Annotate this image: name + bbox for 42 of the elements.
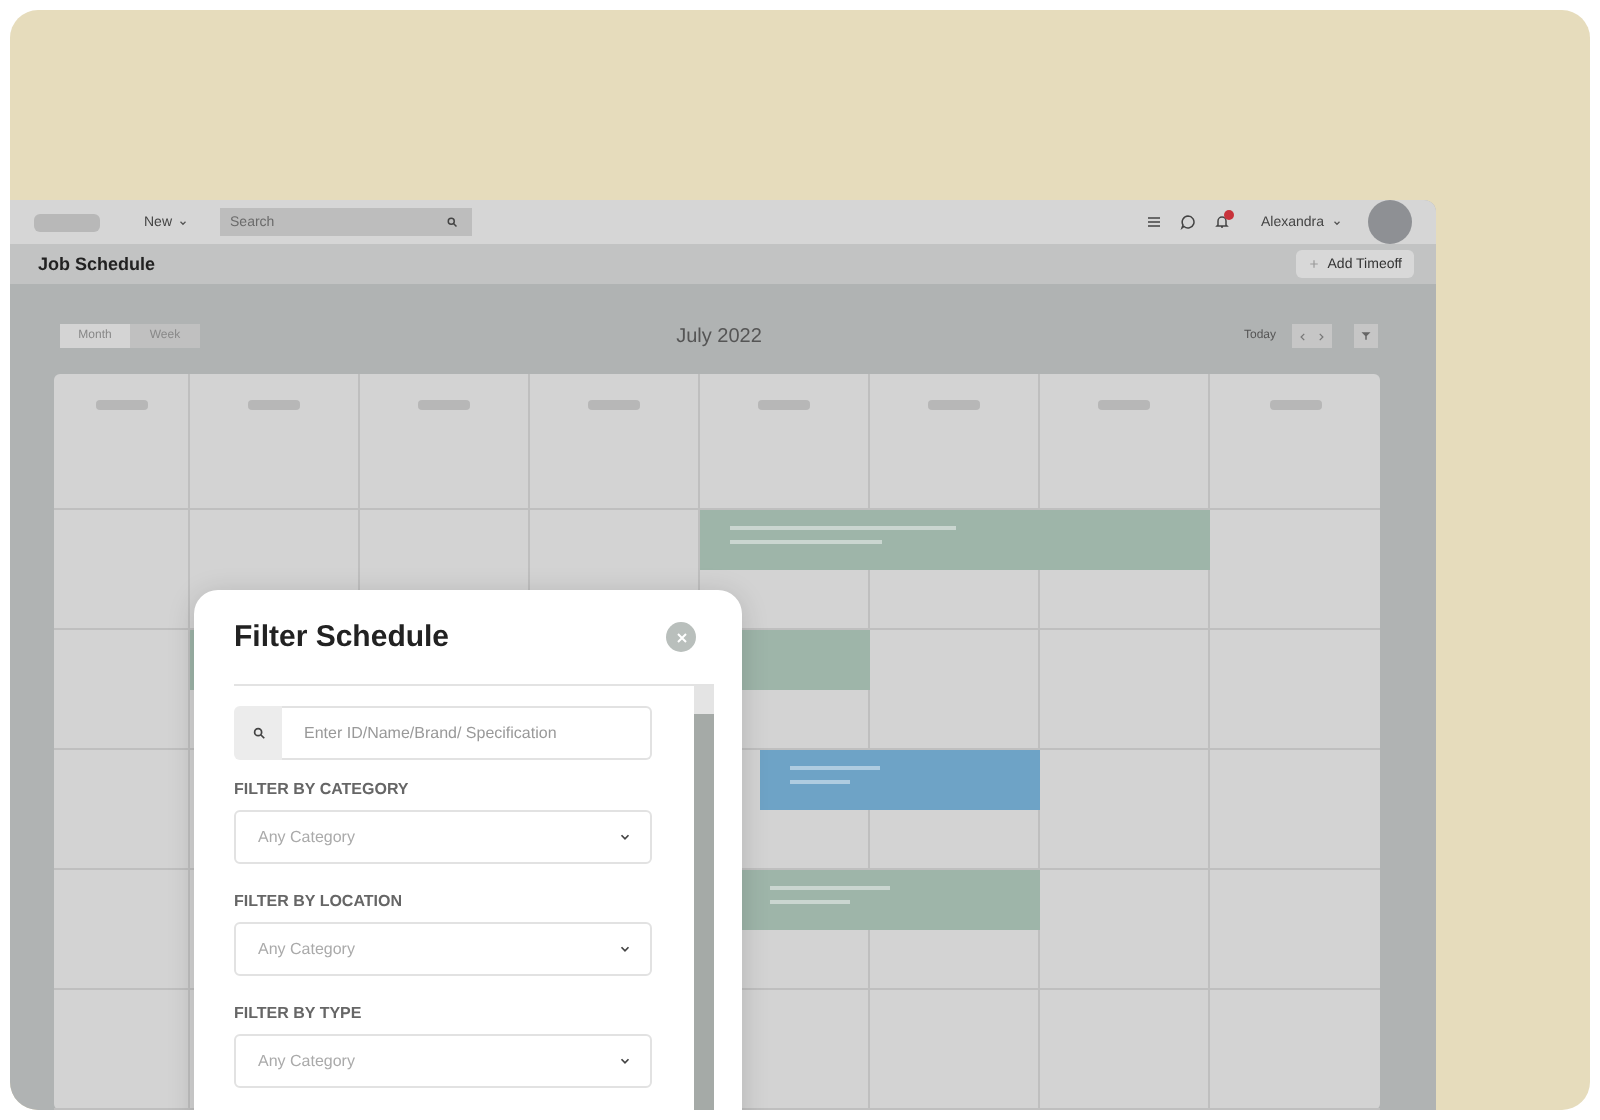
page-title: Job Schedule [38, 254, 156, 274]
chevron-down-icon [618, 1054, 632, 1068]
category-dropdown[interactable]: Any Category [234, 1034, 652, 1088]
day-label-placeholder [1269, 400, 1321, 410]
chat-icon[interactable] [1180, 214, 1197, 230]
chevron-left-icon[interactable] [1298, 331, 1308, 341]
filter-label: FILTER BY LOCATION [234, 892, 404, 910]
search-field[interactable]: Enter ID/Name/Brand/ Specification [282, 706, 652, 760]
bell-icon[interactable] [1214, 214, 1231, 230]
close-button[interactable] [666, 622, 696, 652]
calendar-day-cell [54, 870, 190, 990]
calendar-day-cell [54, 750, 190, 870]
day-label-placeholder [248, 400, 300, 410]
caret-icon [178, 217, 189, 227]
logo-placeholder [34, 213, 100, 231]
category-dropdown[interactable]: Any Category [234, 810, 652, 864]
category-dropdown[interactable]: Any Category [234, 922, 652, 976]
day-label-placeholder [928, 400, 980, 410]
filter-label: FILTER BY CATEGORY [234, 780, 411, 798]
schedule-event-bar[interactable] [700, 510, 1210, 570]
chevron-right-icon[interactable] [1316, 331, 1326, 341]
day-label-placeholder [758, 400, 810, 410]
modal-title: Filter Schedule [234, 620, 450, 654]
search-icon [251, 726, 265, 740]
filter-label: FILTER BY TYPE [234, 1004, 364, 1022]
day-label-placeholder [95, 400, 147, 410]
month-title: July 2022 [676, 325, 762, 347]
schedule-event-bar[interactable] [740, 870, 1040, 930]
plus-icon [1307, 258, 1320, 270]
menu-icon[interactable] [1146, 214, 1163, 230]
chevron-down-icon [618, 830, 632, 844]
chevron-down-icon [618, 942, 632, 956]
filter-icon[interactable] [1360, 330, 1372, 342]
day-label-placeholder [1098, 400, 1150, 410]
day-label-placeholder [418, 400, 470, 410]
avatar[interactable] [1368, 200, 1412, 244]
schedule-event-bar[interactable] [760, 750, 1040, 810]
calendar-day-cell [54, 990, 190, 1110]
day-label-placeholder [588, 400, 640, 410]
scrollbar[interactable] [694, 686, 714, 1110]
close-icon [673, 629, 689, 645]
caret-icon [1332, 217, 1342, 227]
